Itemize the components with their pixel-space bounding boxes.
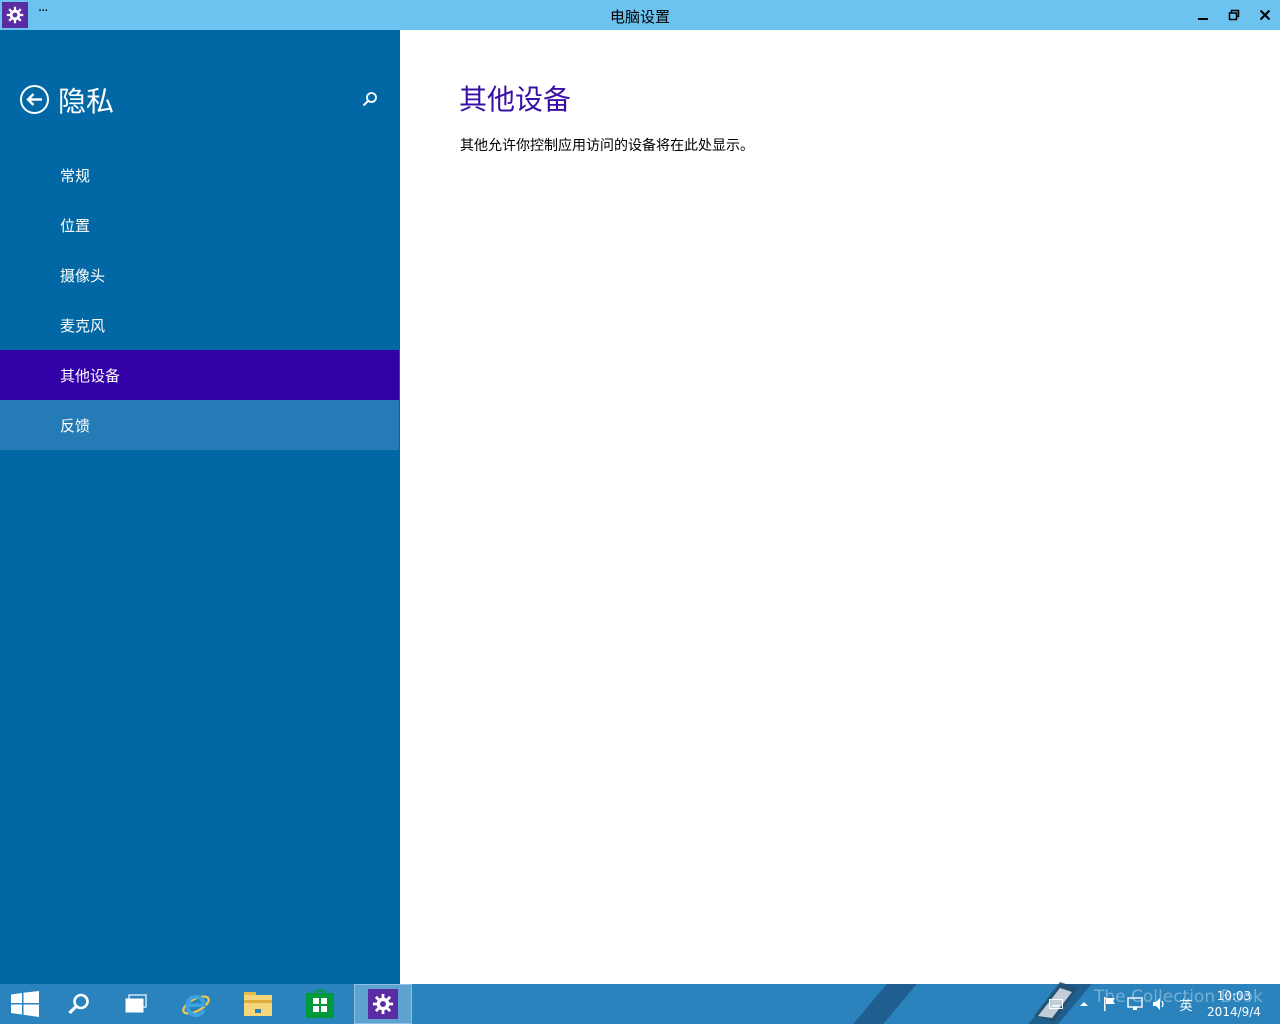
close-icon — [1259, 9, 1271, 21]
volume-icon[interactable] — [1148, 984, 1170, 1024]
sidebar-item-location[interactable]: 位置 — [0, 200, 399, 250]
input-language-indicator[interactable]: 英 — [1174, 984, 1198, 1024]
settings-taskbar-button[interactable] — [354, 984, 412, 1024]
close-button[interactable] — [1249, 0, 1280, 30]
restore-button[interactable] — [1218, 0, 1250, 30]
page-description: 其他允许你控制应用访问的设备将在此处显示。 — [460, 138, 754, 154]
store-button[interactable] — [292, 984, 348, 1024]
sidebar-item-other-devices[interactable]: 其他设备 — [0, 350, 399, 400]
sidebar-item-label: 麦克风 — [60, 316, 106, 335]
system-clock[interactable]: 10:03 2014/9/4 — [1200, 988, 1268, 1020]
sidebar-item-camera[interactable]: 摄像头 — [0, 250, 399, 300]
minimize-button[interactable] — [1187, 0, 1219, 30]
show-hidden-icon[interactable] — [1076, 984, 1092, 1024]
task-view-icon — [125, 994, 147, 1013]
sidebar-item-label: 常规 — [60, 166, 91, 185]
sidebar-item-label: 位置 — [60, 216, 91, 235]
file-explorer-icon — [244, 992, 272, 1016]
search-button[interactable] — [359, 88, 381, 110]
clock-date: 2014/9/4 — [1207, 1005, 1261, 1019]
sidebar-item-label: 摄像头 — [60, 266, 106, 285]
sidebar-item-microphone[interactable]: 麦克风 — [0, 300, 399, 350]
title-bar: ··· 电脑设置 — [0, 0, 1280, 30]
network-icon[interactable] — [1124, 984, 1146, 1024]
store-icon — [306, 989, 334, 1018]
sidebar-nav: 常规 位置 摄像头 麦克风 其他设备 反馈 — [0, 150, 399, 450]
action-center-flag-icon[interactable] — [1100, 984, 1120, 1024]
taskbar: The Collection Book 英 10:03 2014/9/4 — [0, 982, 1280, 1024]
section-title: 隐私 — [58, 85, 115, 118]
keyboard-icon[interactable] — [1046, 984, 1066, 1024]
task-view-button[interactable] — [108, 984, 164, 1024]
window-title: 电脑设置 — [609, 8, 670, 26]
sidebar: 隐私 常规 位置 摄像头 麦克风 其他设备 反馈 — [0, 30, 400, 984]
minimize-icon — [1198, 18, 1208, 20]
back-button[interactable] — [19, 84, 50, 115]
internet-explorer-button[interactable] — [168, 984, 224, 1024]
back-arrow-icon — [20, 85, 49, 114]
page-title: 其他设备 — [459, 83, 572, 116]
settings-icon — [368, 989, 398, 1019]
sidebar-item-feedback[interactable]: 反馈 — [0, 400, 399, 450]
clock-time: 10:03 — [1216, 989, 1252, 1003]
taskbar-search-button[interactable] — [51, 984, 107, 1024]
sidebar-item-general[interactable]: 常规 — [0, 150, 399, 200]
sidebar-item-label: 其他设备 — [60, 366, 121, 385]
sidebar-item-label: 反馈 — [60, 416, 91, 435]
search-icon — [68, 993, 89, 1015]
start-icon — [11, 991, 39, 1017]
taskbar-decoration — [853, 984, 917, 1024]
restore-icon — [1228, 9, 1240, 21]
search-icon — [362, 92, 377, 107]
file-explorer-button[interactable] — [230, 984, 286, 1024]
start-button[interactable] — [0, 984, 53, 1024]
internet-explorer-icon — [182, 995, 210, 1017]
